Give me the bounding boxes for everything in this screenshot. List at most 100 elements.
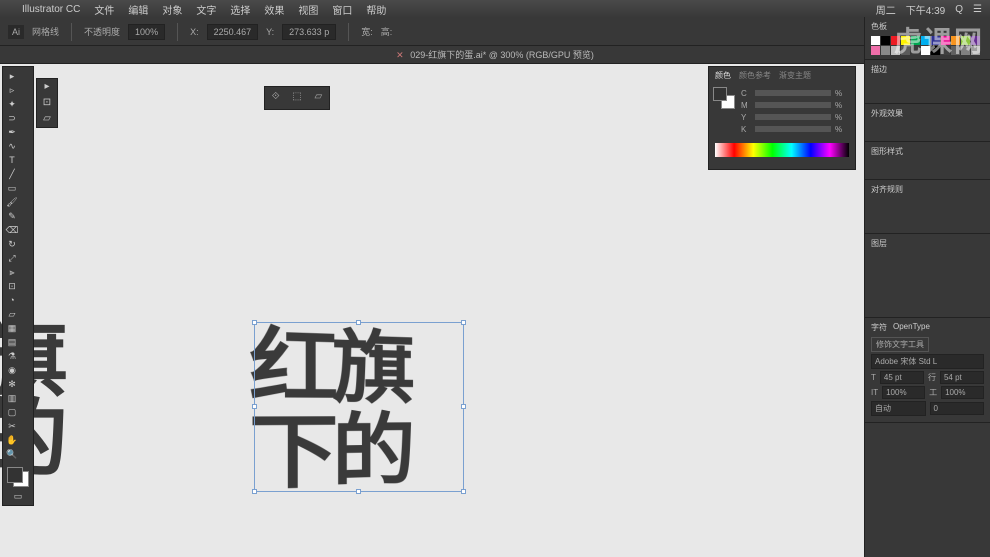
shape-builder-tool[interactable]: ◔ <box>5 293 19 307</box>
panel-fill-stroke[interactable] <box>713 87 735 109</box>
h-scale-field[interactable]: 100% <box>882 386 925 399</box>
zoom-tool[interactable]: 🔍 <box>5 447 19 461</box>
width-tool[interactable]: ⫸ <box>5 265 19 279</box>
fill-color[interactable] <box>7 467 23 483</box>
menu-window[interactable]: 窗口 <box>332 2 352 17</box>
free-transform-icon[interactable]: ▸ <box>37 79 57 95</box>
font-family-field[interactable]: Adobe 宋体 Std L <box>871 354 984 369</box>
layers-panel: 图层 <box>865 234 990 318</box>
leading-field[interactable]: 54 pt <box>940 371 984 384</box>
grid-label[interactable]: 网格线 <box>32 25 59 38</box>
fill-stroke-swatch[interactable] <box>5 465 31 489</box>
menu-type[interactable]: 文字 <box>196 2 216 17</box>
constrain-icon[interactable]: ⟐ <box>269 91 283 105</box>
stroke-panel: 描边 <box>865 60 990 104</box>
menu-object[interactable]: 对象 <box>162 2 182 17</box>
ai-icon: Ai <box>8 25 24 39</box>
v-scale-field[interactable]: 100% <box>941 386 984 399</box>
close-icon[interactable]: ✕ <box>396 50 404 60</box>
y-slider[interactable] <box>755 114 831 120</box>
curvature-tool[interactable]: ∿ <box>5 139 19 153</box>
perspective-tool[interactable]: ▱ <box>5 307 19 321</box>
x-field[interactable]: 2250.467 <box>207 24 259 40</box>
status-time: 下午4:39 <box>906 2 945 17</box>
color-themes-tab[interactable]: 渐变主题 <box>779 70 811 81</box>
scale-tool[interactable]: ⤢ <box>5 251 19 265</box>
opacity-field[interactable]: 100% <box>128 24 165 40</box>
handle-br[interactable] <box>461 489 466 494</box>
color-guide-tab[interactable]: 颜色参考 <box>739 70 771 81</box>
m-slider[interactable] <box>755 102 831 108</box>
menu-help[interactable]: 帮助 <box>366 2 386 17</box>
x-label: X: <box>190 27 199 37</box>
type-tool[interactable]: T <box>5 153 19 167</box>
toolbox: ▸ ▹ ✦ ⊃ ✒ ∿ T ╱ ▭ 🖌 ✎ ⌫ ↻ ⤢ ⫸ ⊡ ◔ ▱ ▦ ▤ … <box>2 66 34 506</box>
tracking-field[interactable]: 0 <box>930 402 985 415</box>
handle-tr[interactable] <box>461 320 466 325</box>
blend-tool[interactable]: ◉ <box>5 363 19 377</box>
graph-tool[interactable]: ▥ <box>5 391 19 405</box>
symbol-sprayer-tool[interactable]: ✻ <box>5 377 19 391</box>
status-day: 周二 <box>876 2 896 17</box>
search-icon[interactable]: Q <box>955 4 963 15</box>
character-panel: 字符OpenType 修饰文字工具 Adobe 宋体 Std L T45 pt … <box>865 318 990 423</box>
swatch-cell[interactable] <box>881 36 890 45</box>
menu-select[interactable]: 选择 <box>230 2 250 17</box>
perspective-distort-icon[interactable]: ▱ <box>37 111 57 127</box>
screen-mode[interactable]: ▭ <box>5 489 31 503</box>
free-distort-icon[interactable]: ⬚ <box>290 91 304 105</box>
c-slider[interactable] <box>755 90 831 96</box>
gradient-tool[interactable]: ▤ <box>5 335 19 349</box>
option-bar: Ai 网格线 不透明度 100% X: 2250.467 Y: 273.633 … <box>0 18 990 46</box>
artboard-tool[interactable]: ▢ <box>5 405 19 419</box>
puppet-warp-icon[interactable]: ⊡ <box>37 95 57 111</box>
right-dock: 色板 描边 外观效果 图形样式 对齐规则 图层 字符OpenType 修饰文字工… <box>864 17 990 557</box>
swatch-cell[interactable] <box>871 46 880 55</box>
selection-tool[interactable]: ▸ <box>5 69 19 83</box>
y-label: Y <box>741 113 751 122</box>
document-tab[interactable]: ✕ 029-红旗下的蛋.ai* @ 300% (RGB/GPU 预览) <box>0 46 990 64</box>
rotate-tool[interactable]: ↻ <box>5 237 19 251</box>
spectrum-bar[interactable] <box>715 143 849 157</box>
app-name[interactable]: Illustrator CC <box>22 4 80 15</box>
artwork-text-main[interactable]: 红旗 下的 <box>249 323 410 497</box>
paintbrush-tool[interactable]: 🖌 <box>5 195 19 209</box>
pen-tool[interactable]: ✒ <box>5 125 19 139</box>
magic-wand-tool[interactable]: ✦ <box>5 97 19 111</box>
slice-tool[interactable]: ✂ <box>5 419 19 433</box>
c-label: C <box>741 89 751 98</box>
direct-selection-tool[interactable]: ▹ <box>5 83 19 97</box>
menu-file[interactable]: 文件 <box>94 2 114 17</box>
menu-effect[interactable]: 效果 <box>264 2 284 17</box>
appearance-panel: 外观效果 <box>865 104 990 142</box>
perspective-icon[interactable]: ▱ <box>311 91 325 105</box>
line-tool[interactable]: ╱ <box>5 167 19 181</box>
w-label: 宽: <box>361 25 373 38</box>
pencil-tool[interactable]: ✎ <box>5 209 19 223</box>
menu-icon[interactable]: ☰ <box>973 4 982 15</box>
k-slider[interactable] <box>755 126 831 132</box>
eraser-tool[interactable]: ⌫ <box>5 223 19 237</box>
mesh-tool[interactable]: ▦ <box>5 321 19 335</box>
free-transform-tool[interactable]: ⊡ <box>5 279 19 293</box>
lasso-tool[interactable]: ⊃ <box>5 111 19 125</box>
font-size-field[interactable]: 45 pt <box>880 371 924 384</box>
color-tab[interactable]: 颜色 <box>715 70 731 81</box>
menu-view[interactable]: 视图 <box>298 2 318 17</box>
graphic-styles-panel: 图形样式 <box>865 142 990 180</box>
swatch-cell[interactable] <box>881 46 890 55</box>
h-label: 高: <box>381 25 393 38</box>
rectangle-tool[interactable]: ▭ <box>5 181 19 195</box>
touch-type-button[interactable]: 修饰文字工具 <box>871 337 929 352</box>
eyedropper-tool[interactable]: ⚗ <box>5 349 19 363</box>
color-panel: 颜色 颜色参考 渐变主题 C% M% Y% K% <box>708 66 856 170</box>
handle-mr[interactable] <box>461 404 466 409</box>
tearoff-tools: ▸ ⊡ ▱ <box>36 78 58 128</box>
menu-edit[interactable]: 编辑 <box>128 2 148 17</box>
y-field[interactable]: 273.633 p <box>282 24 336 40</box>
swatch-cell[interactable] <box>871 36 880 45</box>
mac-menubar: Illustrator CC 文件 编辑 对象 文字 选择 效果 视图 窗口 帮… <box>0 0 990 18</box>
kerning-field[interactable]: 自动 <box>871 401 926 416</box>
hand-tool[interactable]: ✋ <box>5 433 19 447</box>
opacity-label: 不透明度 <box>84 25 120 38</box>
